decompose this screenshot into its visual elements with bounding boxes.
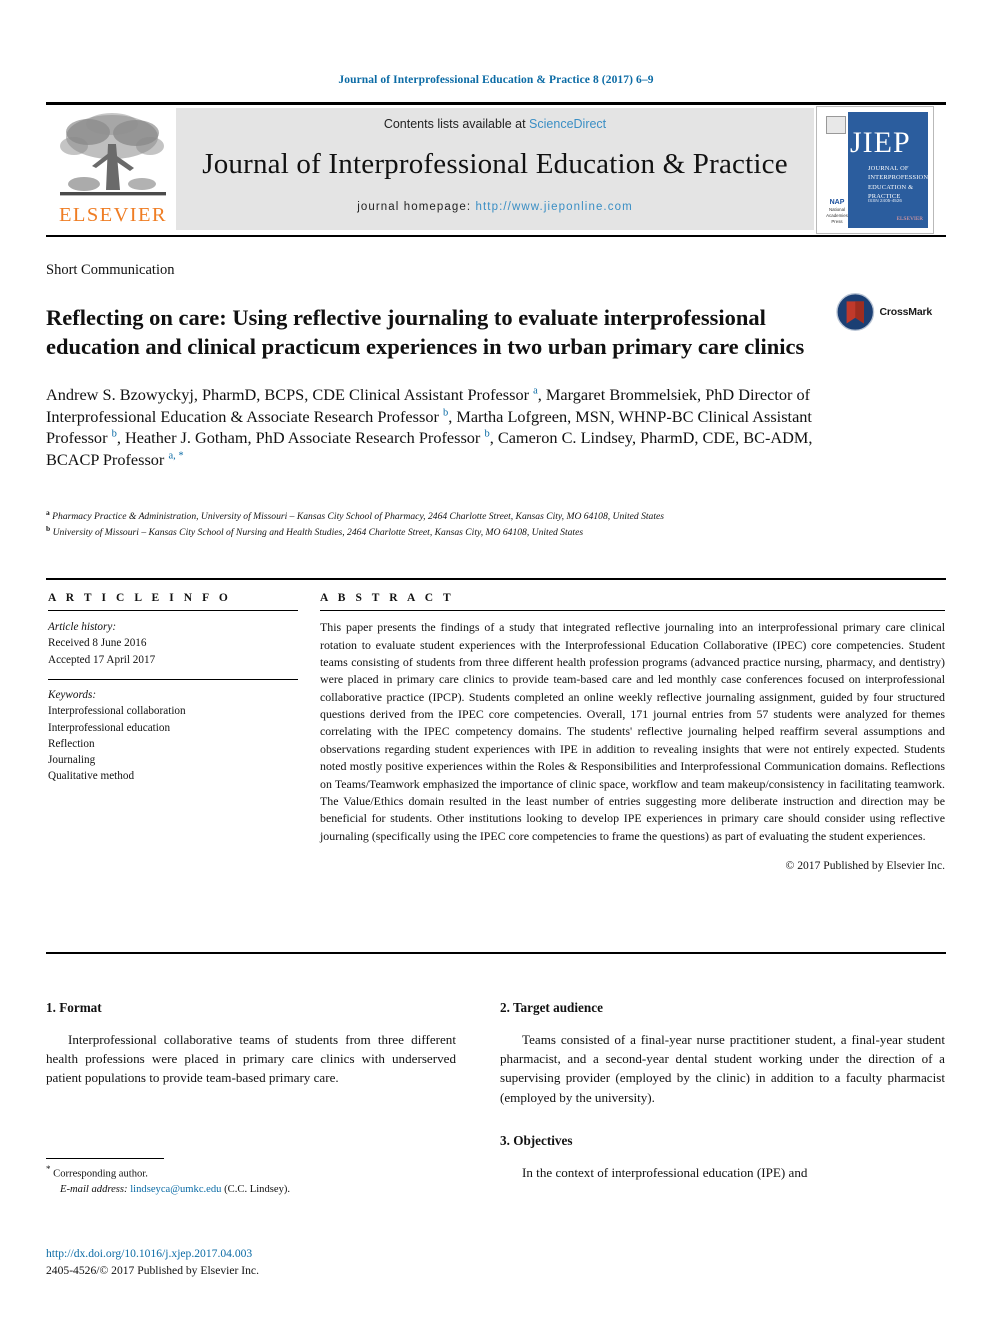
article-info-rule [48,610,298,612]
section-paragraph-target-audience: Teams consisted of a final-year nurse pr… [500,1032,945,1105]
body-column-right: 2. Target audience Teams consisted of a … [500,1000,945,1192]
elsevier-logo: ELSEVIER [48,110,178,232]
affiliation-marker-b: b [46,523,51,533]
abstract-heading: A B S T R A C T [320,592,455,604]
doi-link[interactable]: http://dx.doi.org/10.1016/j.xjep.2017.04… [46,1245,546,1262]
corresponding-author-text: Corresponding author. [53,1168,148,1180]
affiliation-b-text: University of Missouri – Kansas City Sch… [52,526,584,538]
keywords-rule [48,678,298,681]
journal-cover-thumbnail[interactable]: JIEP JOURNAL OF INTERPROFESSIONAL EDUCAT… [816,106,934,234]
journal-homepage-link[interactable]: http://www.jieponline.com [476,201,633,213]
article-history-label: Article history: [48,621,117,634]
cover-publisher-mark: ELSEVIER [896,216,923,222]
article-page: Journal of Interprofessional Education &… [0,0,992,1323]
journal-masthead: ELSEVIER Contents lists available at Sci… [46,102,946,238]
contents-available-line: Contents lists available at ScienceDirec… [384,117,606,131]
journal-title: Journal of Interprofessional Education &… [202,148,788,180]
footnote-block: * Corresponding author. E-mail address: … [46,1163,466,1198]
keyword-item: Interprofessional education [48,721,171,734]
asterisk-icon: * [46,1164,51,1174]
section-paragraph-objectives: In the context of interprofessional educ… [522,1164,808,1180]
keyword-item: Interprofessional collaboration [48,705,186,718]
cover-issn: ISSN 2405-4526 [868,198,902,203]
cover-badge-icon [826,116,846,134]
crossmark-icon [836,293,875,331]
email-owner: (C.C. Lindsey). [224,1184,291,1196]
affiliation-a-text: Pharmacy Practice & Administration, Univ… [52,511,664,523]
cover-nap-logo: NAP National Academies Press [826,198,848,224]
article-info-column: A R T I C L E I N F O Article history: R… [48,592,298,784]
keyword-item: Journaling [48,754,96,767]
section-paragraph-format: Interprofessional collaborative teams of… [46,1032,456,1086]
band-bottom-rule [46,952,946,954]
affiliation-b: b University of Missouri – Kansas City S… [46,524,941,540]
email-label: E-mail address: [60,1184,128,1196]
corresponding-author-note: * Corresponding author. [46,1163,466,1182]
section-heading-target-audience: 2. Target audience [500,1000,603,1015]
author-list: Andrew S. Bzowyckyj, PharmD, BCPS, CDE C… [46,385,813,470]
footnote-rule [46,1158,164,1160]
contents-prefix: Contents lists available at [383,117,530,131]
elsevier-tree-icon [60,113,166,196]
abstract-text: This paper presents the findings of a st… [320,620,945,843]
article-type: Short Communication [46,262,175,278]
affiliation-a: a Pharmacy Practice & Administration, Un… [46,508,941,524]
affiliation-marker-a: a [46,508,50,517]
article-accepted-date: Accepted 17 April 2017 [48,653,156,666]
cover-acronym: JIEP [850,126,911,159]
article-history-block: Article history: Received 8 June 2016 Ac… [48,619,298,668]
abstract-copyright: © 2017 Published by Elsevier Inc. [785,859,945,873]
body-column-left: 1. Format Interprofessional collaborativ… [46,1000,456,1098]
masthead-center-panel: Contents lists available at ScienceDirec… [176,108,814,230]
page-footer: http://dx.doi.org/10.1016/j.xjep.2017.04… [46,1245,546,1280]
section-heading-format: 1. Format [46,1000,102,1015]
issn-copyright: 2405-4526/© 2017 Published by Elsevier I… [46,1264,259,1278]
article-received-date: Received 8 June 2016 [48,637,147,650]
homepage-prefix: journal homepage: [357,201,476,213]
masthead-bottom-rule [46,235,946,237]
cover-subtitle: JOURNAL OF INTERPROFESSIONAL EDUCATION &… [868,165,928,200]
cover-nap-sub: National Academies Press [826,207,848,224]
sciencedirect-link[interactable]: ScienceDirect [529,117,606,131]
page-title: Reflecting on care: Using reflective jou… [46,305,805,360]
crossmark-label: CrossMark [879,306,933,318]
crossmark-badge[interactable]: CrossMark [836,288,932,336]
email-note: E-mail address: lindseyca@umkc.edu (C.C.… [46,1182,466,1198]
cover-artwork: JIEP JOURNAL OF INTERPROFESSIONAL EDUCAT… [822,112,928,228]
abstract-column: A B S T R A C T This paper presents the … [320,592,945,872]
running-head: Journal of Interprofessional Education &… [338,74,654,86]
keywords-block: Keywords: Interprofessional collaboratio… [48,687,298,784]
journal-homepage-line: journal homepage: http://www.jieponline.… [357,201,633,213]
keyword-item: Qualitative method [48,770,135,783]
section-heading-objectives: 3. Objectives [500,1132,573,1148]
affiliations: a Pharmacy Practice & Administration, Un… [46,508,941,540]
abstract-rule [320,610,945,612]
email-link[interactable]: lindseyca@umkc.edu [130,1184,221,1195]
keyword-item: Reflection [48,737,95,750]
cover-nap-label: NAP [829,199,845,206]
band-top-rule [46,578,946,580]
elsevier-wordmark: ELSEVIER [59,204,167,226]
article-info-heading: A R T I C L E I N F O [48,592,232,604]
keywords-label: Keywords: [48,689,97,702]
masthead-top-rule [46,102,946,105]
